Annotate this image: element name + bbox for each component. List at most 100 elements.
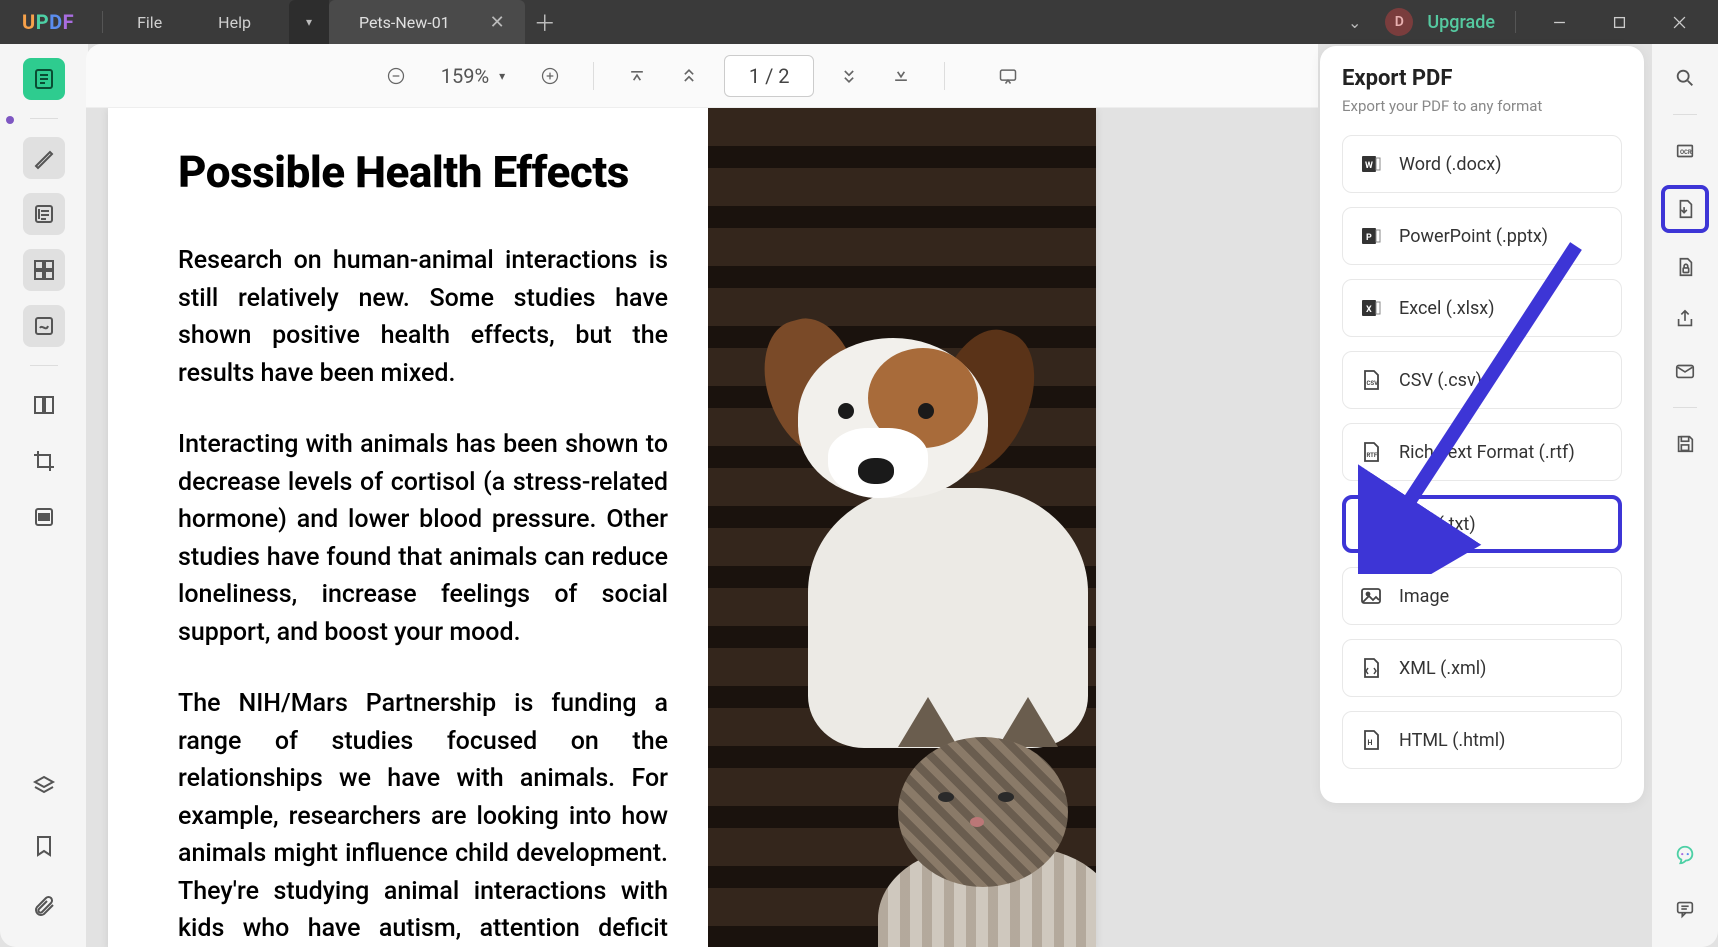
export-option-label: PowerPoint (.pptx) (1399, 226, 1548, 247)
export-option-excel[interactable]: X Excel (.xlsx) (1342, 279, 1622, 337)
tab-active[interactable]: Pets-New-01 ✕ (329, 0, 525, 44)
document-viewport[interactable]: Possible Health Effects Research on huma… (86, 108, 1318, 947)
export-subtitle: Export your PDF to any format (1342, 97, 1622, 115)
separator (593, 62, 594, 90)
window-maximize-button[interactable] (1596, 7, 1642, 37)
export-option-html[interactable]: H HTML (.html) (1342, 711, 1622, 769)
svg-text:H: H (1368, 739, 1373, 747)
tool-fill-sign[interactable] (23, 305, 65, 347)
window-close-button[interactable] (1656, 7, 1702, 37)
upgrade-button[interactable]: Upgrade (1427, 12, 1495, 33)
menu-help[interactable]: Help (190, 13, 279, 32)
prev-page-button[interactable] (672, 59, 706, 93)
last-page-button[interactable] (884, 59, 918, 93)
svg-text:RTF: RTF (1367, 452, 1378, 459)
separator (1515, 11, 1516, 33)
export-option-text[interactable]: T Text (.txt) (1342, 495, 1622, 553)
svg-text:W: W (1365, 161, 1373, 171)
separator (102, 11, 103, 33)
main-area: 159% ▾ 1 / 2 (0, 44, 1718, 947)
export-panel: Export PDF Export your PDF to any format… (1320, 46, 1644, 803)
window-minimize-button[interactable] (1536, 7, 1582, 37)
zoom-level-dropdown[interactable]: 159% ▾ (431, 64, 515, 88)
page-number-input[interactable]: 1 / 2 (724, 55, 814, 97)
export-option-csv[interactable]: CSV CSV (.csv) (1342, 351, 1622, 409)
page-text-column: Possible Health Effects Research on huma… (108, 108, 708, 947)
svg-text:P: P (1366, 233, 1372, 243)
html-icon: H (1359, 728, 1383, 752)
first-page-button[interactable] (620, 59, 654, 93)
export-option-label: Excel (.xlsx) (1399, 298, 1495, 319)
comments-button[interactable] (1667, 891, 1703, 927)
titlebar: UPDF File Help ▾ Pets-New-01 ✕ ＋ ⌄ D Upg… (0, 0, 1718, 44)
active-indicator-dot (6, 116, 14, 124)
tool-edit-text[interactable] (23, 193, 65, 235)
zoom-in-button[interactable] (533, 59, 567, 93)
export-option-label: Text (.txt) (1399, 514, 1476, 535)
tool-attachments[interactable] (23, 885, 65, 927)
svg-text:X: X (1366, 305, 1372, 315)
sidebar-right: OCR (1652, 44, 1718, 947)
sidebar-right-bottom (1667, 837, 1703, 947)
titlebar-right: ⌄ D Upgrade (1338, 7, 1718, 38)
app-logo: UPDF (0, 10, 96, 34)
svg-text:OCR: OCR (1680, 149, 1692, 156)
powerpoint-icon: P (1359, 224, 1383, 248)
separator (30, 365, 58, 366)
separator (30, 118, 58, 119)
zoom-out-button[interactable] (379, 59, 413, 93)
presentation-mode-button[interactable] (991, 59, 1025, 93)
tool-highlight[interactable] (23, 137, 65, 179)
export-option-label: XML (.xml) (1399, 658, 1486, 679)
menu-file[interactable]: File (109, 13, 190, 32)
tab-title: Pets-New-01 (359, 13, 450, 32)
export-option-rtf[interactable]: RTF Rich Text Format (.rtf) (1342, 423, 1622, 481)
excel-icon: X (1359, 296, 1383, 320)
image-icon (1359, 584, 1383, 608)
separator (944, 62, 945, 90)
ocr-button[interactable]: OCR (1667, 133, 1703, 169)
svg-text:CSV: CSV (1367, 380, 1379, 387)
ai-assistant-button[interactable] (1667, 837, 1703, 873)
save-button[interactable] (1667, 426, 1703, 462)
pdf-page: Possible Health Effects Research on huma… (108, 108, 1096, 947)
tool-organize-pages[interactable] (23, 249, 65, 291)
csv-icon: CSV (1359, 368, 1383, 392)
next-page-button[interactable] (832, 59, 866, 93)
chevron-down-icon: ▾ (499, 69, 505, 83)
tabs-dropdown[interactable]: ▾ (289, 0, 329, 44)
export-option-word[interactable]: W Word (.docx) (1342, 135, 1622, 193)
sidebar-left (0, 44, 88, 947)
email-button[interactable] (1667, 353, 1703, 389)
page-paragraph: The NIH/Mars Partnership is funding a ra… (178, 685, 668, 947)
zoom-value: 159% (441, 64, 489, 88)
export-option-label: Rich Text Format (.rtf) (1399, 442, 1575, 463)
tool-layers[interactable] (23, 765, 65, 807)
page-heading: Possible Health Effects (178, 146, 668, 198)
tool-compare[interactable] (23, 384, 65, 426)
xml-icon (1359, 656, 1383, 680)
tool-bookmarks[interactable] (23, 825, 65, 867)
export-option-xml[interactable]: XML (.xml) (1342, 639, 1622, 697)
tabs-overflow-chevron[interactable]: ⌄ (1338, 7, 1371, 38)
separator (1673, 407, 1697, 408)
tool-crop[interactable] (23, 440, 65, 482)
new-tab-button[interactable]: ＋ (525, 6, 565, 38)
export-option-powerpoint[interactable]: P PowerPoint (.pptx) (1342, 207, 1622, 265)
export-pdf-button[interactable] (1661, 185, 1709, 233)
tool-redact[interactable] (23, 496, 65, 538)
page-image (708, 108, 1096, 947)
tool-reader[interactable] (23, 58, 65, 100)
top-toolbar: 159% ▾ 1 / 2 (86, 44, 1318, 108)
page-paragraph: Interacting with animals has been shown … (178, 426, 668, 651)
tab-close-icon[interactable]: ✕ (490, 12, 505, 33)
export-option-label: Word (.docx) (1399, 154, 1501, 175)
text-icon: T (1359, 512, 1383, 536)
search-button[interactable] (1667, 60, 1703, 96)
user-avatar[interactable]: D (1385, 8, 1413, 36)
export-option-label: Image (1399, 586, 1449, 607)
protect-button[interactable] (1667, 249, 1703, 285)
share-button[interactable] (1667, 301, 1703, 337)
sidebar-left-bottom (23, 765, 65, 947)
export-option-image[interactable]: Image (1342, 567, 1622, 625)
